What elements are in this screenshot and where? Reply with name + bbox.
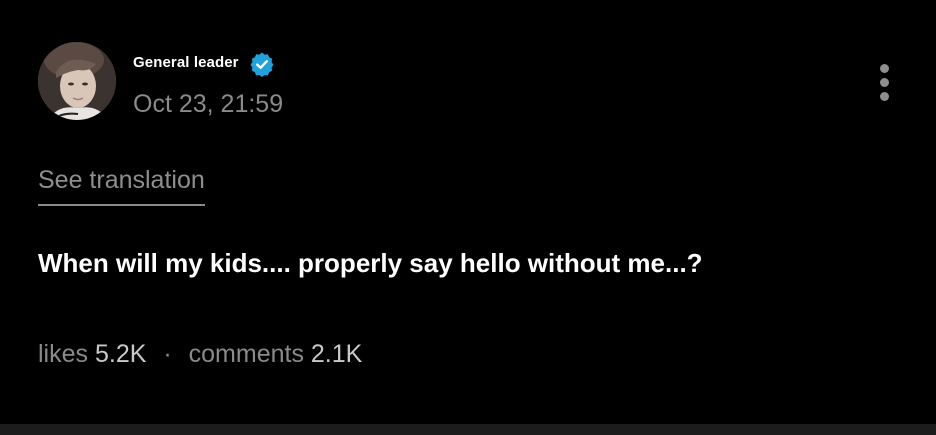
post-stats: likes 5.2K · comments 2.1K — [38, 340, 362, 369]
more-options-button[interactable] — [872, 62, 898, 102]
post-text: When will my kids.... properly say hello… — [38, 248, 703, 278]
post-card: General leader Oct 23, 21:59 See transla… — [0, 0, 936, 424]
bottom-divider — [0, 424, 936, 435]
see-translation-link[interactable]: See translation — [38, 166, 205, 206]
likes-label: likes — [38, 340, 89, 368]
avatar[interactable] — [38, 42, 116, 120]
stats-separator: · — [163, 340, 172, 368]
comments-count[interactable]: 2.1K — [311, 340, 362, 368]
verified-badge-icon — [250, 52, 274, 77]
likes-count[interactable]: 5.2K — [95, 340, 146, 368]
more-vertical-icon — [880, 78, 889, 87]
more-vertical-icon — [880, 64, 889, 73]
author-name[interactable]: General leader — [133, 54, 239, 71]
post-timestamp: Oct 23, 21:59 — [133, 90, 284, 118]
more-vertical-icon — [880, 92, 889, 101]
comments-label: comments — [188, 340, 304, 368]
